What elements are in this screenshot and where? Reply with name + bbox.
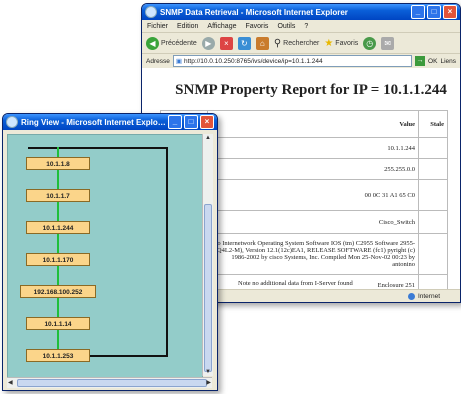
go-button[interactable]: OK — [428, 58, 437, 65]
favorites-button[interactable]: ★ Favoris — [324, 38, 358, 49]
vertical-scrollbar[interactable]: ▲ ▼ — [202, 134, 213, 376]
menu-view[interactable]: Affichage — [207, 23, 236, 30]
browser-toolbar: ◀ Précédente ▶ × ↻ ⌂ ⚲ Rechercher ★ Favo… — [142, 33, 460, 54]
ring-link — [57, 234, 59, 253]
ring-node[interactable]: 10.1.1.253 — [26, 349, 90, 362]
mail-icon: ✉ — [381, 36, 395, 50]
table-cell — [418, 137, 448, 159]
browser-titlebar[interactable]: SNMP Data Retrieval - Microsoft Internet… — [142, 4, 460, 20]
table-cell — [418, 233, 448, 275]
ring-link — [57, 298, 59, 317]
maximize-button[interactable]: □ — [427, 5, 441, 19]
go-arrow-icon[interactable]: → — [415, 56, 426, 66]
refresh-icon: ↻ — [237, 36, 251, 50]
back-arrow-icon: ◀ — [146, 36, 159, 50]
scroll-down-arrow-icon[interactable]: ▼ — [205, 369, 211, 375]
minimize-button[interactable]: _ — [411, 5, 425, 19]
scroll-right-arrow-icon[interactable]: ▶ — [206, 379, 211, 386]
table-cell — [418, 179, 448, 211]
back-button[interactable]: ◀ Précédente — [146, 36, 197, 50]
globe-icon — [407, 292, 415, 300]
ie-icon — [145, 6, 157, 18]
ring-link — [57, 170, 59, 189]
table-cell — [418, 274, 448, 290]
address-bar: Adresse ▣ http://10.0.10.250:8765/ivs/de… — [142, 54, 460, 69]
stop-button[interactable]: × — [219, 36, 233, 50]
ring-link — [57, 202, 59, 221]
search-icon: ⚲ — [273, 37, 282, 49]
table-cell-value: Cisco_Switch — [207, 210, 419, 234]
star-icon: ★ — [324, 37, 334, 49]
history-button[interactable]: ◷ — [363, 36, 377, 50]
search-label: Rechercher — [283, 39, 320, 47]
page-icon: ▣ — [175, 58, 183, 65]
favorites-label: Favoris — [335, 39, 359, 47]
ring-link — [57, 266, 59, 285]
report-title: SNMP Property Report for IP = 10.1.1.244 — [175, 82, 447, 98]
mail-button[interactable]: ✉ — [381, 36, 395, 50]
table-cell — [418, 158, 448, 180]
menu-edit[interactable]: Edition — [177, 23, 198, 30]
ring-link — [57, 330, 59, 349]
table-cell-value: co Internetwork Operating System Softwar… — [207, 233, 419, 275]
menu-bar: Fichier Edition Affichage Favoris Outils… — [142, 20, 460, 33]
back-label: Précédente — [161, 39, 197, 47]
table-cell — [418, 210, 448, 234]
home-button[interactable]: ⌂ — [255, 36, 269, 50]
menu-file[interactable]: Fichier — [147, 23, 168, 30]
vertical-scroll-thumb[interactable] — [204, 204, 212, 372]
table-cell-value: 10.1.1.244 — [207, 137, 419, 159]
ring-diagram: 10.1.1.8 10.1.1.7 10.1.1.244 10.1.1.170 … — [7, 134, 203, 378]
close-button[interactable]: × — [443, 5, 457, 19]
search-button[interactable]: ⚲ Rechercher — [274, 38, 320, 49]
forward-arrow-icon: ▶ — [201, 36, 215, 50]
ring-node[interactable]: 10.1.1.244 — [26, 221, 90, 234]
column-header-stale: Stale — [418, 110, 448, 138]
ring-top-stub — [28, 147, 58, 149]
ring-node[interactable]: 10.1.1.170 — [26, 253, 90, 266]
horizontal-scroll-thumb[interactable] — [17, 379, 207, 387]
close-button[interactable]: × — [200, 115, 214, 129]
horizontal-scrollbar[interactable]: ◀ ▶ — [7, 377, 212, 388]
menu-help[interactable]: ? — [304, 23, 308, 30]
ring-node[interactable]: 10.1.1.14 — [26, 317, 90, 330]
history-icon: ◷ — [363, 36, 377, 50]
note-text: Note no additional data from I-Server fo… — [238, 280, 353, 287]
scroll-up-arrow-icon[interactable]: ▲ — [205, 135, 211, 141]
stop-icon: × — [219, 36, 233, 50]
ring-node[interactable]: 10.1.1.8 — [26, 157, 90, 170]
home-icon: ⌂ — [255, 36, 269, 50]
ring-node[interactable]: 10.1.1.7 — [26, 189, 90, 202]
refresh-button[interactable]: ↻ — [237, 36, 251, 50]
table-cell-value: 00 0C 31 A1 65 C0 — [207, 179, 419, 211]
ie-icon — [6, 116, 18, 128]
address-url: http://10.0.10.250:8765/ivs/device/ip=10… — [184, 57, 323, 65]
minimize-button[interactable]: _ — [168, 115, 182, 129]
forward-button[interactable]: ▶ — [201, 36, 215, 50]
address-input[interactable]: ▣ http://10.0.10.250:8765/ivs/device/ip=… — [172, 55, 413, 67]
maximize-button[interactable]: □ — [184, 115, 198, 129]
links-label[interactable]: Liens — [440, 58, 456, 65]
ring-node[interactable]: 192.168.100.252 — [20, 285, 96, 298]
ring-titlebar[interactable]: Ring View - Microsoft Internet Explorer … — [3, 114, 217, 130]
menu-tools[interactable]: Outils — [277, 23, 295, 30]
browser-title: SNMP Data Retrieval - Microsoft Internet… — [160, 7, 348, 17]
ring-title: Ring View - Microsoft Internet Explorer — [21, 117, 166, 127]
scroll-left-arrow-icon[interactable]: ◀ — [8, 379, 13, 386]
address-label: Adresse — [146, 57, 170, 65]
table-cell-value: 255.255.0.0 — [207, 158, 419, 180]
ring-link — [57, 147, 59, 157]
ring-view-window: Ring View - Microsoft Internet Explorer … — [2, 113, 218, 391]
column-header-value: Value — [207, 110, 419, 138]
status-zone: Internet — [417, 292, 440, 300]
menu-favorites[interactable]: Favoris — [245, 23, 268, 30]
